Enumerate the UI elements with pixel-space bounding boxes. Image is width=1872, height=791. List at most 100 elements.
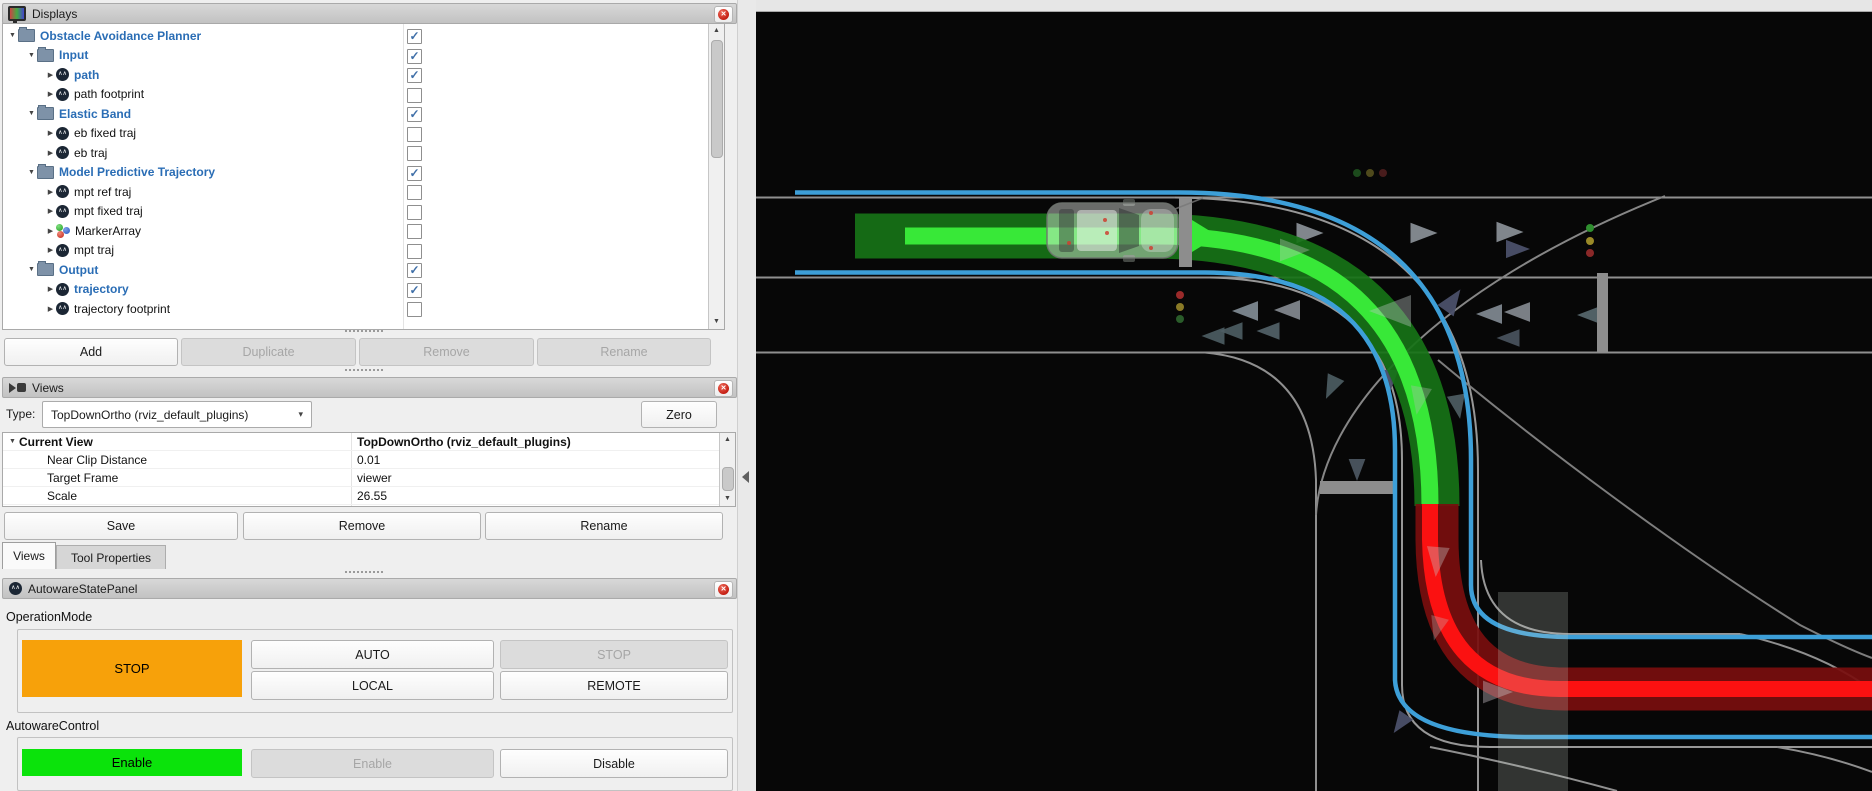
scroll-up-icon[interactable]: ▲ [709, 24, 724, 38]
enable-checkbox[interactable] [407, 185, 422, 200]
enable-checkbox[interactable] [407, 224, 422, 239]
tree-row-input[interactable]: ▼ Input ✓ [3, 46, 724, 66]
traffic-light-indicator [1586, 237, 1594, 245]
tree-row-model-predictive-trajectory[interactable]: ▼Model Predictive Trajectory✓ [3, 163, 724, 183]
scroll-down-icon[interactable]: ▼ [709, 315, 724, 329]
expand-arrow-icon[interactable]: ▶ [45, 90, 56, 98]
scrollbar-thumb[interactable] [722, 467, 734, 491]
remote-mode-button[interactable]: REMOTE [500, 671, 728, 700]
tree-row-mpt-traj[interactable]: ▶∧∧mpt traj [3, 241, 724, 261]
autoware-display-icon: ∧∧ [56, 283, 69, 296]
enable-checkbox[interactable]: ✓ [407, 68, 422, 83]
tree-item-label: path footprint [74, 87, 144, 101]
tree-row-elastic-band[interactable]: ▼Elastic Band✓ [3, 104, 724, 124]
zero-button[interactable]: Zero [641, 401, 717, 428]
expand-arrow-icon[interactable]: ▶ [45, 246, 56, 254]
displays-close-button[interactable]: ✕ [714, 6, 733, 23]
chevron-down-icon: ▾ [298, 409, 303, 420]
view-properties-table[interactable]: ▼ Current View TopDownOrtho (rviz_defaul… [2, 432, 736, 507]
splitter-handle[interactable] [345, 369, 383, 371]
stop-mode-button: STOP [500, 640, 728, 669]
property-row[interactable]: Scale 26.55 [3, 487, 735, 505]
expand-arrow-icon[interactable]: ▶ [45, 188, 56, 196]
enable-checkbox[interactable] [407, 146, 422, 161]
displays-tree-scrollbar[interactable]: ▲ ▼ [708, 24, 724, 329]
tree-row-eb-fixed-traj[interactable]: ▶∧∧eb fixed traj [3, 124, 724, 144]
tree-row-mpt-ref-traj[interactable]: ▶∧∧mpt ref traj [3, 182, 724, 202]
dock-splitter[interactable] [737, 0, 756, 791]
scrollbar-thumb[interactable] [711, 40, 723, 158]
views-panel-titlebar[interactable]: Views ✕ [2, 377, 737, 398]
enable-checkbox[interactable]: ✓ [407, 263, 422, 278]
collapse-arrow-icon[interactable]: ▼ [26, 110, 37, 117]
enable-checkbox[interactable] [407, 88, 422, 103]
rename-view-button[interactable]: Rename [485, 512, 723, 540]
expand-arrow-icon[interactable]: ▶ [45, 129, 56, 137]
enable-checkbox[interactable]: ✓ [407, 107, 422, 122]
scroll-down-icon[interactable]: ▼ [720, 492, 735, 506]
collapse-arrow-icon[interactable]: ▼ [26, 52, 37, 59]
enable-checkbox[interactable]: ✓ [407, 49, 422, 64]
displays-monitor-icon [8, 6, 26, 21]
view-type-dropdown[interactable]: TopDownOrtho (rviz_default_plugins) ▾ [42, 401, 312, 428]
tree-item-label: path [74, 68, 99, 82]
autoware-state-panel-titlebar[interactable]: ∧∧ AutowareStatePanel ✕ [2, 578, 737, 599]
auto-mode-button[interactable]: AUTO [251, 640, 494, 669]
collapse-arrow-icon[interactable]: ▼ [9, 438, 19, 445]
property-row[interactable]: Near Clip Distance 0.01 [3, 451, 735, 469]
enable-checkbox[interactable]: ✓ [407, 29, 422, 44]
expand-arrow-icon[interactable]: ▶ [45, 71, 56, 79]
expand-arrow-icon[interactable]: ▶ [45, 149, 56, 157]
property-row[interactable]: Target Frame viewer [3, 469, 735, 487]
traffic-light-indicator [1176, 303, 1184, 311]
tree-row-path[interactable]: ▶∧∧path✓ [3, 65, 724, 85]
expand-arrow-icon[interactable]: ▶ [45, 305, 56, 313]
disable-control-button[interactable]: Disable [500, 749, 728, 778]
tree-row-path-footprint[interactable]: ▶∧∧path footprint [3, 85, 724, 105]
tree-rows: ▼Obstacle Avoidance Planner✓▼Input✓▶∧∧pa… [3, 26, 724, 319]
enable-control-button: Enable [251, 749, 494, 778]
tree-item-label: Input [59, 48, 88, 62]
collapse-arrow-icon[interactable]: ▼ [26, 169, 37, 176]
tree-item-label: trajectory footprint [74, 302, 170, 316]
enable-checkbox[interactable] [407, 244, 422, 259]
tab-views[interactable]: Views [2, 542, 56, 569]
displays-tree[interactable]: ▼Obstacle Avoidance Planner✓▼Input✓▶∧∧pa… [2, 23, 725, 330]
enable-checkbox[interactable]: ✓ [407, 166, 422, 181]
save-view-button[interactable]: Save [4, 512, 238, 540]
expand-arrow-icon[interactable]: ▶ [45, 207, 56, 215]
current-view-row[interactable]: ▼ Current View TopDownOrtho (rviz_defaul… [3, 433, 735, 451]
local-mode-button[interactable]: LOCAL [251, 671, 494, 700]
collapse-arrow-icon[interactable]: ▼ [7, 32, 18, 39]
enable-checkbox[interactable] [407, 127, 422, 142]
tree-item-label: mpt ref traj [74, 185, 131, 199]
tree-row-obstacle-avoidance-planner[interactable]: ▼Obstacle Avoidance Planner✓ [3, 26, 724, 46]
views-panel-title: Views [32, 381, 64, 395]
tree-row-trajectory[interactable]: ▶∧∧trajectory✓ [3, 280, 724, 300]
views-close-button[interactable]: ✕ [714, 380, 733, 397]
tab-tool-properties[interactable]: Tool Properties [56, 545, 166, 569]
splitter-handle[interactable] [345, 571, 383, 573]
remove-view-button[interactable]: Remove [243, 512, 481, 540]
enable-checkbox[interactable]: ✓ [407, 283, 422, 298]
expand-arrow-icon[interactable]: ▶ [45, 227, 56, 235]
tree-row-trajectory-footprint[interactable]: ▶∧∧trajectory footprint [3, 299, 724, 319]
folder-icon [37, 107, 54, 120]
enable-checkbox[interactable] [407, 205, 422, 220]
tree-row-output[interactable]: ▼Output✓ [3, 260, 724, 280]
displays-panel-titlebar[interactable]: Displays ✕ [2, 3, 737, 24]
stop-line [1597, 273, 1608, 353]
tree-row-eb-traj[interactable]: ▶∧∧eb traj [3, 143, 724, 163]
collapse-left-icon[interactable] [742, 471, 749, 483]
splitter-handle[interactable] [345, 330, 383, 332]
building-footprint [1498, 592, 1568, 791]
properties-scrollbar[interactable]: ▲ ▼ [719, 433, 735, 506]
tree-row-mpt-fixed-traj[interactable]: ▶∧∧mpt fixed traj [3, 202, 724, 222]
tree-row-markerarray[interactable]: ▶MarkerArray [3, 221, 724, 241]
autoware-close-button[interactable]: ✕ [714, 581, 733, 598]
collapse-arrow-icon[interactable]: ▼ [26, 266, 37, 273]
scroll-up-icon[interactable]: ▲ [720, 433, 735, 447]
expand-arrow-icon[interactable]: ▶ [45, 285, 56, 293]
enable-checkbox[interactable] [407, 302, 422, 317]
add-display-button[interactable]: Add [4, 338, 178, 366]
